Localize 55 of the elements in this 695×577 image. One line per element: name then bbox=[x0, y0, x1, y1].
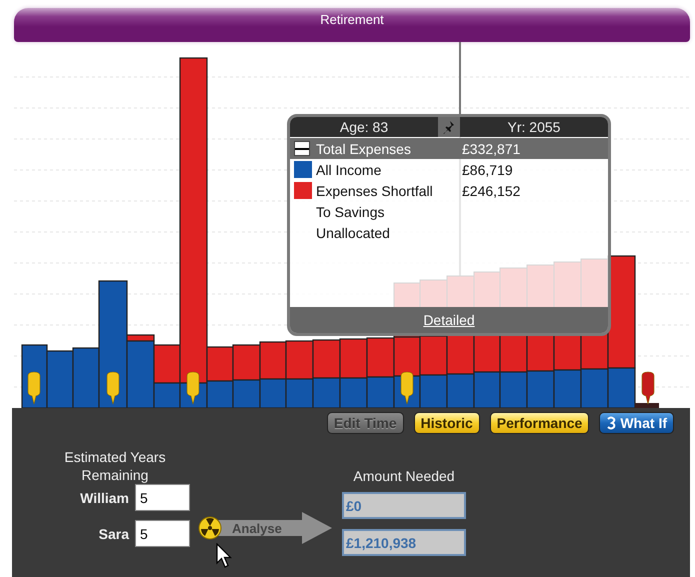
amount-heading: Amount Needed bbox=[353, 468, 455, 484]
chart-bar bbox=[285, 340, 314, 380]
year-label: Yr: 2055 bbox=[506, 119, 562, 135]
question-icon bbox=[606, 416, 616, 430]
chart-bar bbox=[312, 377, 341, 408]
legend-row[interactable]: All Income £86,719 bbox=[290, 159, 608, 180]
pin-icon[interactable] bbox=[438, 117, 460, 137]
detailed-link[interactable]: Detailed bbox=[423, 312, 475, 328]
chart-bar bbox=[339, 377, 368, 408]
chart-bar bbox=[259, 378, 287, 408]
toolbar-button[interactable]: Performance bbox=[490, 412, 590, 434]
legend-row[interactable]: To Savings bbox=[290, 201, 608, 222]
chart-bar bbox=[339, 338, 368, 379]
chart-bar bbox=[46, 350, 74, 408]
years-field[interactable]: 5 bbox=[135, 520, 190, 547]
pin-marker[interactable] bbox=[642, 372, 654, 404]
age-label: Age: 83 bbox=[338, 119, 390, 135]
person-label: William bbox=[80, 490, 129, 506]
chart-bar bbox=[366, 337, 395, 378]
legend-value: £86,719 bbox=[462, 162, 514, 178]
banner-title: Retirement bbox=[320, 12, 384, 26]
legend-label: To Savings bbox=[316, 204, 386, 220]
what-if-button[interactable]: What If bbox=[599, 412, 674, 434]
legend-label: Expenses Shortfall bbox=[316, 182, 434, 198]
legend-label: All Income bbox=[316, 162, 382, 178]
years-field[interactable]: 5 bbox=[135, 484, 190, 511]
chart-bar bbox=[553, 369, 582, 408]
legend-row[interactable]: Expenses Shortfall £246,152 bbox=[290, 180, 608, 201]
person-label: Sara bbox=[98, 526, 129, 542]
pin-marker[interactable] bbox=[400, 372, 414, 404]
chart-bar bbox=[446, 373, 475, 408]
legend-row[interactable]: Unallocated bbox=[290, 222, 608, 243]
pin-marker[interactable] bbox=[186, 372, 200, 404]
amount-field: £1,210,938 bbox=[342, 529, 466, 556]
pin-marker[interactable] bbox=[106, 372, 120, 404]
legend-value: £246,152 bbox=[462, 182, 522, 198]
chart-bar bbox=[312, 339, 341, 379]
chart-bar bbox=[285, 378, 314, 408]
chart-bar bbox=[473, 371, 501, 408]
legend-label: Unallocated bbox=[316, 224, 391, 240]
chart-bar bbox=[419, 374, 448, 408]
legend-label: Total Expenses bbox=[316, 140, 412, 156]
chart-bar bbox=[499, 371, 528, 408]
amount-field: £0 bbox=[342, 492, 466, 519]
cursor-icon bbox=[216, 543, 232, 569]
legend-value: £332,871 bbox=[462, 140, 522, 156]
legend-row[interactable]: Total Expenses £332,871 bbox=[290, 138, 608, 159]
chart-bar bbox=[232, 344, 261, 381]
chart-bar bbox=[366, 376, 395, 408]
estimate-heading: Estimated Years Remaining bbox=[63, 448, 167, 484]
trefoil-icon bbox=[198, 516, 222, 540]
chart-bar bbox=[526, 370, 555, 408]
chart-bar bbox=[259, 341, 287, 380]
pin-marker[interactable] bbox=[28, 372, 40, 404]
toolbar-button[interactable]: Historic bbox=[414, 412, 480, 434]
